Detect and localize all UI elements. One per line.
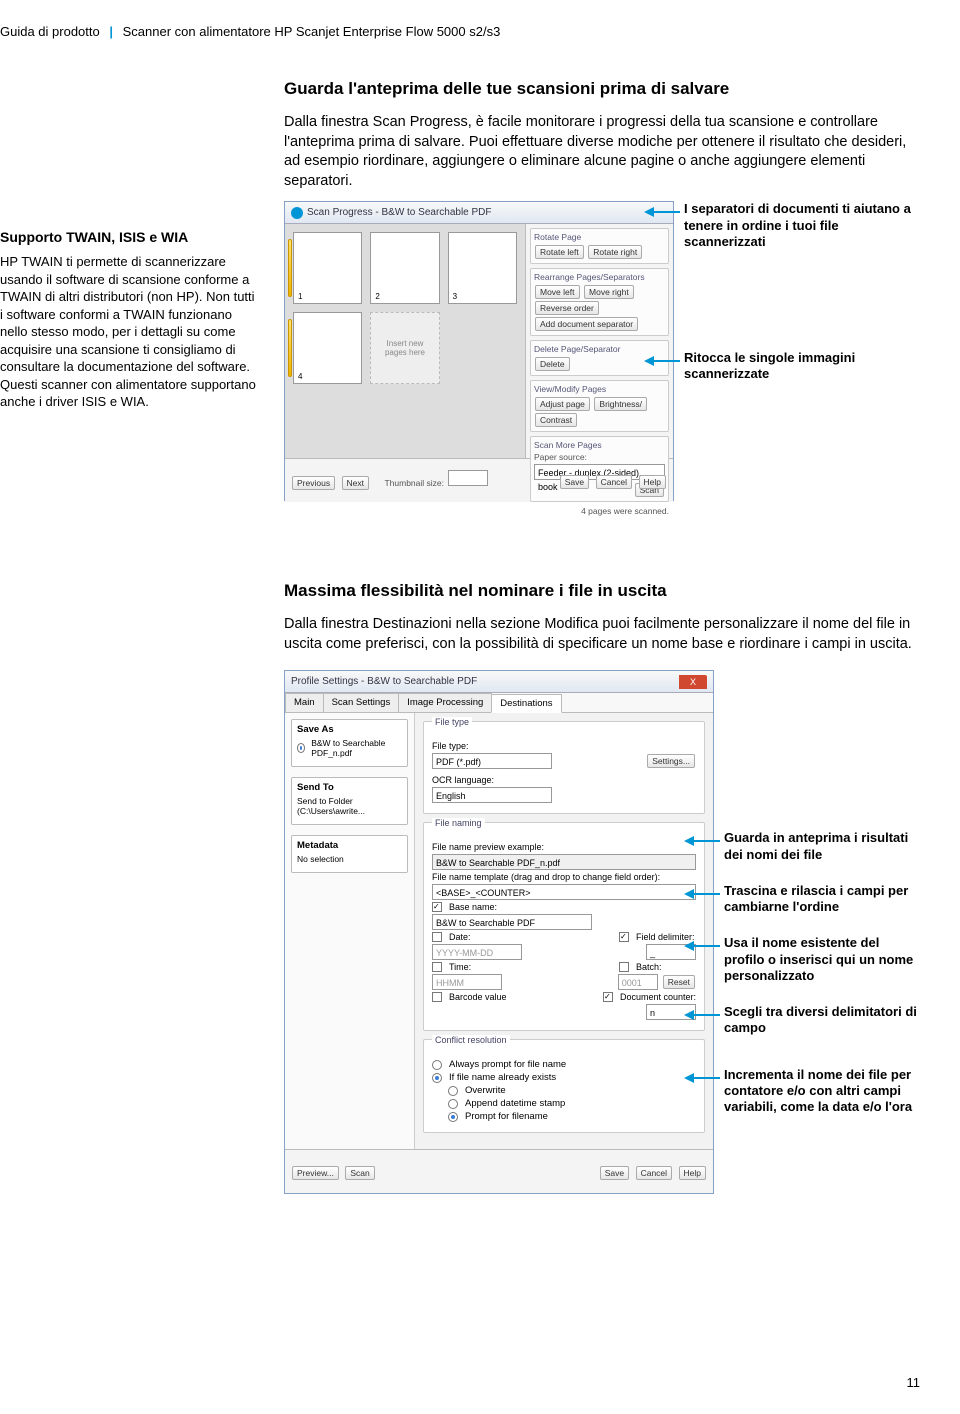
section2-intro: Dalla finestra Destinazioni nella sezion… xyxy=(284,615,920,654)
hp-logo-icon xyxy=(291,207,303,219)
scan-button[interactable]: Scan xyxy=(345,1166,374,1180)
header-separator: | xyxy=(109,24,113,39)
always-prompt-radio[interactable] xyxy=(432,1060,442,1070)
radio-icon xyxy=(297,743,305,753)
time-checkbox[interactable] xyxy=(432,962,442,972)
callout-separators: I separatori di documenti ti aiutano a t… xyxy=(684,201,920,250)
settings-button[interactable]: Settings... xyxy=(647,754,695,768)
cancel-button[interactable]: Cancel xyxy=(596,475,632,489)
date-format-select[interactable]: YYYY-MM-DD xyxy=(432,944,522,960)
file-type-select[interactable]: PDF (*.pdf) xyxy=(432,753,552,769)
batch-input[interactable]: 0001 xyxy=(618,974,658,990)
save-button[interactable]: Save xyxy=(600,1166,629,1180)
filename-preview: B&W to Searchable PDF_n.pdf xyxy=(432,854,696,870)
brightness-button[interactable]: Brightness/ xyxy=(594,397,647,411)
save-button[interactable]: Save xyxy=(560,475,589,489)
separator-bar-icon xyxy=(288,319,292,377)
guide-label: Guida di prodotto xyxy=(0,24,100,39)
barcode-checkbox[interactable] xyxy=(432,992,442,1002)
contrast-button[interactable]: Contrast xyxy=(535,413,577,427)
profile-settings-screenshot: Profile Settings - B&W to Searchable PDF… xyxy=(284,670,714,1194)
window-title: Scan Progress - B&W to Searchable PDF xyxy=(307,207,492,218)
thumb-size-slider[interactable] xyxy=(448,470,488,486)
product-name: Scanner con alimentatore HP Scanjet Ente… xyxy=(123,24,501,39)
move-right-button[interactable]: Move right xyxy=(584,285,634,299)
help-button[interactable]: Help xyxy=(679,1166,706,1180)
status-text: 4 pages were scanned. xyxy=(530,506,669,516)
save-as-box[interactable]: Save As B&W to Searchable PDF_n.pdf xyxy=(291,719,408,767)
batch-checkbox[interactable] xyxy=(619,962,629,972)
if-exists-radio[interactable] xyxy=(432,1073,442,1083)
overwrite-radio[interactable] xyxy=(448,1086,458,1096)
page-thumbnail[interactable]: 1 xyxy=(293,232,362,304)
section2-heading: Massima flessibilità nel nominare i file… xyxy=(284,581,920,601)
section1-heading: Guarda l'anteprima delle tue scansioni p… xyxy=(284,79,920,99)
tab-image-processing[interactable]: Image Processing xyxy=(398,693,492,712)
rotate-left-button[interactable]: Rotate left xyxy=(535,245,584,259)
sidebar-note: Supporto TWAIN, ISIS e WIA HP TWAIN ti p… xyxy=(0,79,260,501)
preview-button[interactable]: Preview... xyxy=(292,1166,339,1180)
date-checkbox[interactable] xyxy=(432,932,442,942)
callout-increment: Incrementa il nome dei file per contator… xyxy=(724,1067,920,1116)
cancel-button[interactable]: Cancel xyxy=(636,1166,672,1180)
tab-main[interactable]: Main xyxy=(285,693,324,712)
callout-base-name: Usa il nome esistente del profilo o inse… xyxy=(724,935,920,984)
page-thumbnail[interactable]: 4 xyxy=(293,312,362,384)
thumb-size-label: Thumbnail size: xyxy=(384,478,444,488)
previous-button[interactable]: Previous xyxy=(292,476,335,490)
callout-preview-names: Guarda in anteprima i risultati dei nomi… xyxy=(724,830,920,863)
tabs: Main Scan Settings Image Processing Dest… xyxy=(285,693,713,713)
side-panel: Rotate Page Rotate left Rotate right Rea… xyxy=(525,224,673,458)
prompt-filename-radio[interactable] xyxy=(448,1112,458,1122)
help-button[interactable]: Help xyxy=(639,475,666,489)
callout-drag-drop: Trascina e rilascia i campi per cambiarn… xyxy=(724,883,920,916)
separator-bar-icon xyxy=(288,239,292,297)
page-thumbnail[interactable]: 2 xyxy=(370,232,439,304)
ocr-language-select[interactable]: English xyxy=(432,787,552,803)
append-datetime-radio[interactable] xyxy=(448,1099,458,1109)
window-title: Profile Settings - B&W to Searchable PDF xyxy=(291,676,477,687)
close-icon[interactable]: X xyxy=(679,675,707,689)
sidebar-title: Supporto TWAIN, ISIS e WIA xyxy=(0,229,260,245)
scan-progress-screenshot: Scan Progress - B&W to Searchable PDF 1 … xyxy=(284,201,674,501)
page-header: Guida di prodotto | Scanner con alimenta… xyxy=(0,24,920,39)
base-name-input[interactable]: B&W to Searchable PDF xyxy=(432,914,592,930)
next-button[interactable]: Next xyxy=(342,476,369,490)
page-thumbnail[interactable]: 3 xyxy=(448,232,517,304)
section1-intro: Dalla finestra Scan Progress, è facile m… xyxy=(284,113,920,191)
delimiter-checkbox[interactable] xyxy=(619,932,629,942)
adjust-page-button[interactable]: Adjust page xyxy=(535,397,590,411)
base-name-checkbox[interactable] xyxy=(432,902,442,912)
move-left-button[interactable]: Move left xyxy=(535,285,580,299)
time-format-select[interactable]: HHMM xyxy=(432,974,502,990)
tab-scan-settings[interactable]: Scan Settings xyxy=(323,693,400,712)
window-titlebar: Scan Progress - B&W to Searchable PDF xyxy=(285,202,673,224)
reverse-order-button[interactable]: Reverse order xyxy=(535,301,599,315)
filename-template-input[interactable]: <BASE>_<COUNTER> xyxy=(432,884,696,900)
delete-button[interactable]: Delete xyxy=(535,357,570,371)
send-to-box[interactable]: Send To Send to Folder (C:\Users\awrite.… xyxy=(291,777,408,825)
tab-destinations[interactable]: Destinations xyxy=(491,694,561,713)
add-separator-button[interactable]: Add document separator xyxy=(535,317,638,331)
callout-retouch: Ritocca le singole immagini scannerizzat… xyxy=(684,350,920,383)
counter-checkbox[interactable] xyxy=(603,992,613,1002)
thumbnail-grid: 1 2 3 4 Insert new pages here xyxy=(285,224,525,458)
callout-delimiters: Scegli tra diversi delimitatori di campo xyxy=(724,1004,920,1037)
insert-placeholder[interactable]: Insert new pages here xyxy=(370,312,439,384)
reset-button[interactable]: Reset xyxy=(663,975,695,989)
rotate-right-button[interactable]: Rotate right xyxy=(588,245,642,259)
metadata-box[interactable]: Metadata No selection xyxy=(291,835,408,873)
page-number: 11 xyxy=(907,1375,921,1390)
sidebar-body: HP TWAIN ti permette di scannerizzare us… xyxy=(0,253,260,411)
